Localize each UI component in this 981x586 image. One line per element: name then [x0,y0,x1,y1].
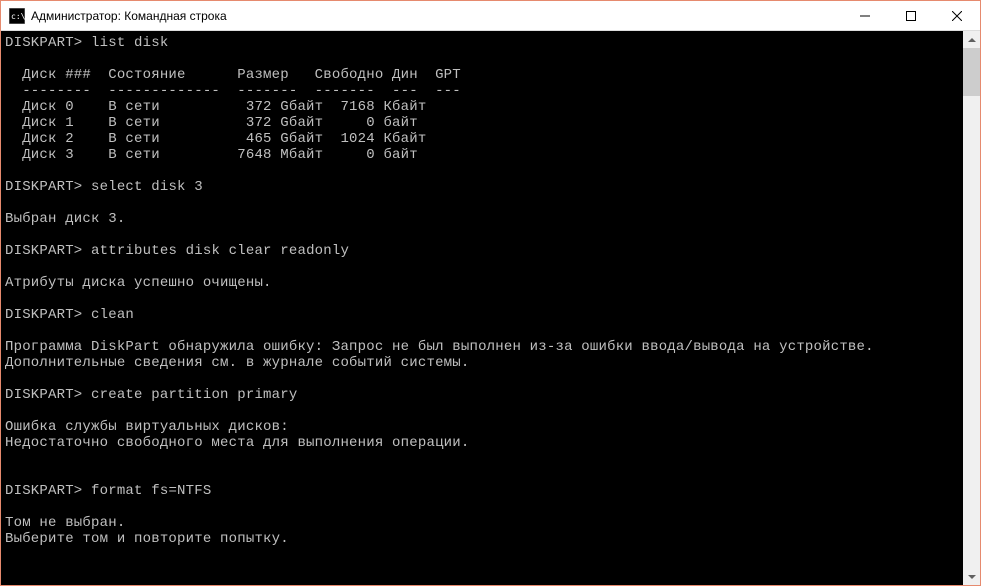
cmd: clean [91,307,134,323]
cmd: attributes disk clear readonly [91,243,349,259]
response: Ошибка службы виртуальных дисков: [5,419,289,435]
terminal[interactable]: DISKPART> list disk Диск ### Состояние Р… [1,31,963,585]
table-row: Диск 1 В сети 372 Gбайт 0 байт [5,115,418,131]
prompt: DISKPART> [5,243,82,259]
response: Недостаточно свободного места для выполн… [5,435,469,451]
table-row: Диск 0 В сети 372 Gбайт 7168 Кбайт [5,99,426,115]
scroll-up-button[interactable] [963,31,980,48]
response: Дополнительные сведения см. в журнале со… [5,355,469,371]
response: Выберите том и повторите попытку. [5,531,289,547]
prompt: DISKPART> [5,483,82,499]
prompt: DISKPART> [5,387,82,403]
svg-text:c:\: c:\ [11,12,25,21]
window-controls [842,1,980,31]
terminal-area: DISKPART> list disk Диск ### Состояние Р… [1,31,980,585]
table-row: Диск 2 В сети 465 Gбайт 1024 Кбайт [5,131,426,147]
close-button[interactable] [934,1,980,31]
table-row: Диск 3 В сети 7648 Mбайт 0 байт [5,147,418,163]
terminal-output: DISKPART> list disk Диск ### Состояние Р… [5,35,963,547]
prompt: DISKPART> [5,179,82,195]
scrollbar-thumb[interactable] [963,48,980,96]
response: Программа DiskPart обнаружила ошибку: За… [5,339,874,355]
cmd: list disk [91,35,168,51]
cmd: select disk 3 [91,179,203,195]
vertical-scrollbar[interactable] [963,31,980,585]
window-title: Администратор: Командная строка [31,9,227,23]
response: Том не выбран. [5,515,125,531]
window: c:\ Администратор: Командная строка DISK… [1,1,980,585]
scroll-down-button[interactable] [963,568,980,585]
cmd: create partition primary [91,387,297,403]
table-header: Диск ### Состояние Размер Свободно Дин G… [5,67,461,83]
titlebar[interactable]: c:\ Администратор: Командная строка [1,1,980,31]
cmd: format fs=NTFS [91,483,211,499]
response: Атрибуты диска успешно очищены. [5,275,272,291]
minimize-button[interactable] [842,1,888,31]
maximize-button[interactable] [888,1,934,31]
prompt: DISKPART> [5,35,82,51]
table-divider: -------- ------------- ------- ------- -… [5,83,461,99]
response: Выбран диск 3. [5,211,125,227]
cmd-icon: c:\ [9,8,25,24]
prompt: DISKPART> [5,307,82,323]
